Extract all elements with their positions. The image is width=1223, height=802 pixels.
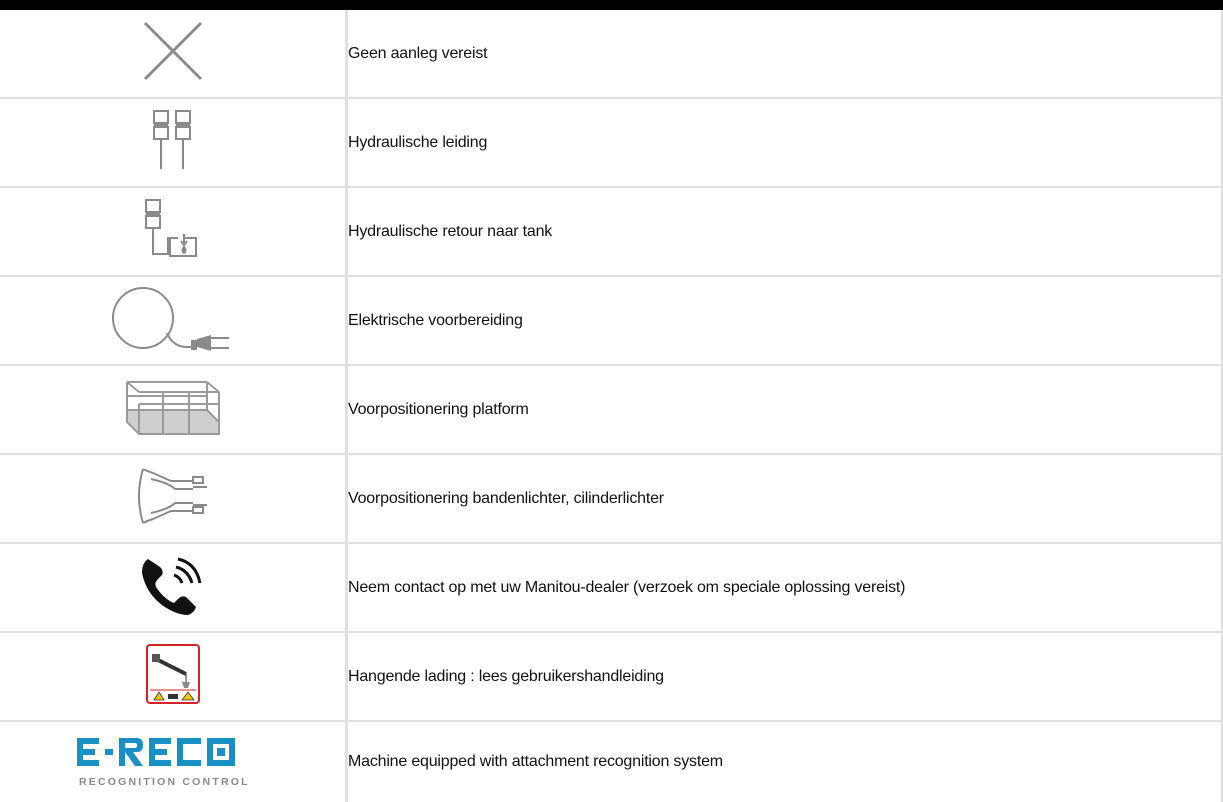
table-row: Hydraulische leiding: [0, 98, 1223, 188]
electric-plug-icon: [111, 285, 235, 351]
icon-cell: [0, 543, 348, 633]
phone-icon: [140, 553, 206, 617]
icon-cell: [0, 365, 348, 455]
table-row: Geen aanleg vereist: [0, 10, 1223, 99]
legend-table: Geen aanleg vereist Hydraulische leiding…: [0, 10, 1223, 802]
icon-cell: [0, 187, 348, 277]
table-row: Voorpositionering bandenlichter, cilinde…: [0, 454, 1223, 544]
row-label: Hangende lading : lees gebruikershandlei…: [346, 632, 1223, 722]
table-row: Neem contact op met uw Manitou-dealer (v…: [0, 543, 1223, 633]
cross-icon: [141, 21, 205, 81]
platform-icon: [123, 378, 223, 436]
row-label: Geen aanleg vereist: [346, 10, 1223, 99]
icon-cell: [0, 276, 348, 366]
row-label: Voorpositionering platform: [346, 365, 1223, 455]
row-label: Voorpositionering bandenlichter, cilinde…: [346, 454, 1223, 544]
table-row: Hangende lading : lees gebruikershandlei…: [0, 632, 1223, 722]
table-row: RECOGNITION CONTROL Machine equipped wit…: [0, 721, 1223, 802]
row-label: Elektrische voorbereiding: [346, 276, 1223, 366]
table-row: Hydraulische retour naar tank: [0, 187, 1223, 277]
suspended-load-warning-icon: [145, 644, 200, 704]
row-label: Hydraulische leiding: [346, 98, 1223, 188]
logo-tagline: RECOGNITION CONTROL: [79, 776, 250, 788]
icon-cell: RECOGNITION CONTROL: [0, 721, 348, 802]
ereco-logo-icon: RECOGNITION CONTROL: [73, 728, 273, 792]
icon-cell: [0, 632, 348, 722]
icon-cell: [0, 98, 348, 188]
row-label: Neem contact op met uw Manitou-dealer (v…: [346, 543, 1223, 633]
table-row: Voorpositionering platform: [0, 365, 1223, 455]
hydraulic-return-tank-icon: [138, 198, 208, 260]
icon-cell: [0, 10, 348, 99]
table-row: Elektrische voorbereiding: [0, 276, 1223, 366]
row-label: Hydraulische retour naar tank: [346, 187, 1223, 277]
row-label: Machine equipped with attachment recogni…: [346, 721, 1223, 802]
top-bar: [0, 0, 1223, 10]
tyre-cylinder-handler-icon: [135, 465, 211, 527]
hydraulic-line-icon: [150, 109, 196, 171]
icon-cell: [0, 454, 348, 544]
